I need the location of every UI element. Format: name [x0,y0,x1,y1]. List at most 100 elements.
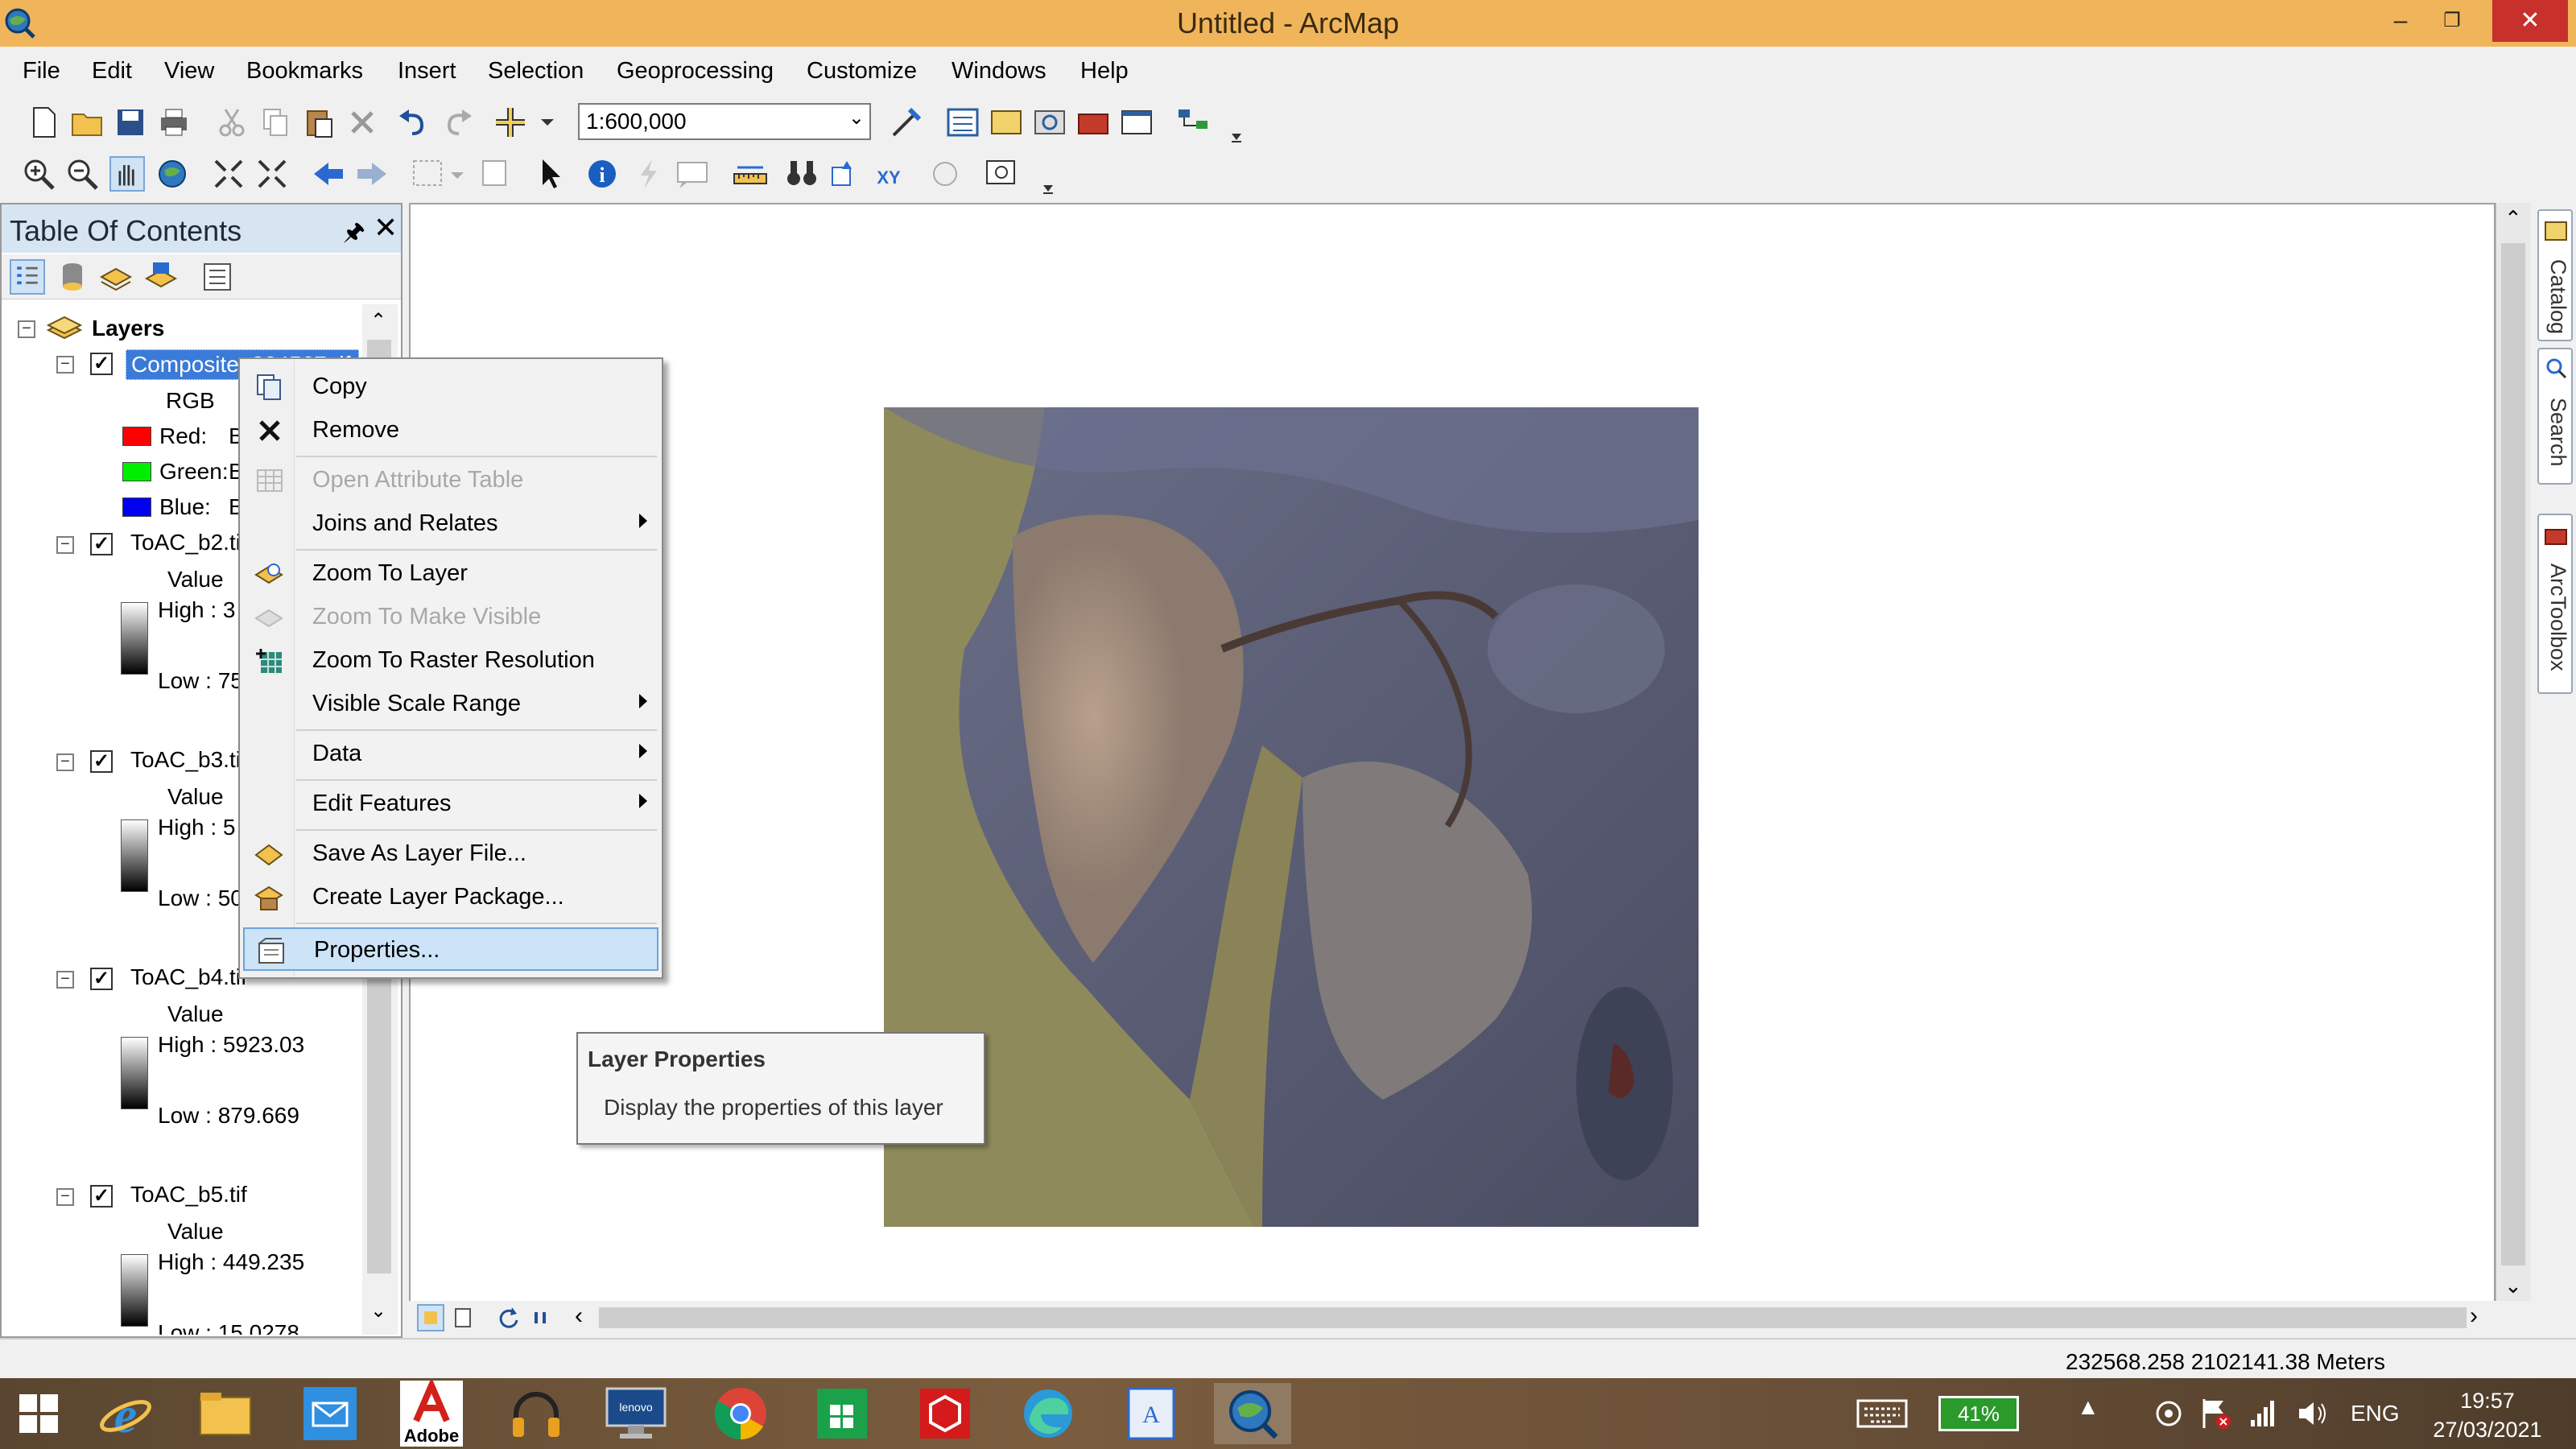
menu-item-remove[interactable]: Remove [243,409,658,452]
arctoolbox-tab[interactable]: ArcToolbox [2537,514,2573,694]
clock[interactable]: 19:57 27/03/2021 [2407,1386,2568,1444]
menu-item-joins-and-relates[interactable]: Joins and Relates [243,502,658,546]
maximize-button[interactable]: ❐ [2426,0,2478,42]
zoom-in-icon[interactable] [21,156,56,192]
toolbar-overflow-icon[interactable] [1228,116,1245,145]
menu-item-edit-features[interactable]: Edit Features [243,782,658,826]
clear-selection-icon[interactable] [477,156,512,192]
menu-item-data[interactable]: Data [243,733,658,776]
layers-root-label[interactable]: Layers [92,316,164,341]
save-icon[interactable] [113,105,148,140]
catalog-window-icon[interactable] [989,105,1024,140]
redo-icon[interactable] [440,105,475,140]
list-by-drawing-order-icon[interactable] [10,259,45,295]
file-explorer-icon[interactable] [187,1383,264,1444]
signal-strength-icon[interactable] [2248,1397,2280,1430]
layer-name-b2[interactable]: ToAC_b2.tif [130,530,247,555]
scroll-down-icon[interactable]: ⌄ [2504,1274,2522,1298]
menu-geoprocessing[interactable]: Geoprocessing [617,58,774,85]
measure-ruler-icon[interactable] [733,156,768,192]
refresh-icon[interactable] [494,1304,522,1331]
add-data-icon[interactable] [496,105,560,140]
scrollbar-thumb[interactable] [2501,243,2525,1265]
pin-icon[interactable]: 🖈 [343,214,365,255]
time-slider-icon[interactable] [927,156,963,192]
hyperlink-icon[interactable] [631,156,667,192]
list-by-selection-icon[interactable] [143,259,179,295]
collapse-layer-toggle[interactable]: − [56,971,74,989]
table-of-contents-icon[interactable] [945,105,980,140]
edge-icon[interactable] [1009,1383,1087,1444]
text-editor-app-icon[interactable]: A [1113,1383,1190,1444]
map-scale-dropdown[interactable]: 1:600,000 ⌄ [578,103,871,140]
map-display[interactable] [409,203,2496,1314]
map-vertical-scrollbar[interactable]: ⌃ ⌄ [2496,203,2531,1314]
scroll-right-icon[interactable]: › [2470,1302,2478,1330]
menu-selection[interactable]: Selection [488,58,584,85]
zoom-out-icon[interactable] [64,156,100,192]
new-document-icon[interactable] [26,105,61,140]
find-route-icon[interactable] [828,156,863,192]
print-icon[interactable] [156,105,192,140]
windows-start-icon[interactable] [0,1383,77,1444]
layout-view-icon[interactable] [449,1304,477,1331]
network-shield-icon[interactable] [2153,1397,2185,1430]
data-view-icon[interactable] [417,1304,444,1331]
pan-hand-icon[interactable] [109,156,145,192]
collapse-layer-toggle[interactable]: − [56,356,74,374]
menu-insert[interactable]: Insert [398,58,456,85]
toc-options-icon[interactable] [200,259,235,295]
mail-icon[interactable] [291,1383,369,1444]
delete-icon[interactable] [345,105,380,140]
search-window-icon[interactable] [1032,105,1067,140]
layer-visibility-checkbox[interactable]: ✓ [90,1185,113,1208]
keyboard-icon[interactable] [1856,1397,1908,1430]
menu-windows[interactable]: Windows [952,58,1046,85]
menu-bookmarks[interactable]: Bookmarks [246,58,363,85]
menu-item-properties[interactable]: Properties... [243,927,658,971]
catalog-tab[interactable]: Catalog [2537,209,2573,341]
scroll-left-icon[interactable]: ‹ [575,1302,583,1330]
go-back-arrow-icon[interactable] [311,156,346,192]
menu-edit[interactable]: Edit [92,58,132,85]
menu-item-zoom-to-raster-resolution[interactable]: Zoom To Raster Resolution [243,639,658,683]
menu-item-create-layer-package[interactable]: Create Layer Package... [243,876,658,919]
scroll-up-icon[interactable]: ⌃ [370,309,386,332]
menu-help[interactable]: Help [1080,58,1129,85]
show-hidden-icons-chevron-icon[interactable]: ▲ [2077,1394,2099,1420]
create-viewer-window-icon[interactable] [984,156,1019,192]
go-to-xy-icon[interactable]: XY [871,156,906,192]
battery-indicator[interactable]: 41% [1938,1396,2019,1431]
adobe-reader-icon[interactable]: Adobe [393,1377,470,1447]
fixed-zoom-out-icon[interactable] [254,156,290,192]
full-extent-globe-icon[interactable] [155,156,190,192]
menu-item-visible-scale-range[interactable]: Visible Scale Range [243,683,658,726]
pause-drawing-icon[interactable] [526,1304,554,1331]
copy-icon[interactable] [258,105,293,140]
menu-customize[interactable]: Customize [807,58,917,85]
editor-toolbar-icon[interactable] [889,105,924,140]
internet-explorer-icon[interactable]: e [87,1383,164,1444]
select-features-icon[interactable] [411,156,467,192]
scroll-down-icon[interactable]: ⌄ [370,1299,386,1323]
menu-view[interactable]: View [164,58,214,85]
identify-info-icon[interactable]: i [584,156,620,192]
menu-item-save-as-layer-file[interactable]: Save As Layer File... [243,832,658,876]
undo-icon[interactable] [396,105,431,140]
close-icon[interactable]: ✕ [374,211,398,245]
find-binoculars-icon[interactable] [784,156,819,192]
collapse-layer-toggle[interactable]: − [56,536,74,554]
headphones-app-icon[interactable] [497,1383,575,1444]
cut-icon[interactable] [214,105,250,140]
go-forward-arrow-icon[interactable] [354,156,390,192]
collapse-layers-toggle[interactable]: − [18,320,35,338]
layer-visibility-checkbox[interactable]: ✓ [90,968,113,990]
model-builder-icon[interactable] [1175,105,1211,140]
menu-item-zoom-to-layer[interactable]: Zoom To Layer [243,552,658,596]
horizontal-scrollbar-thumb[interactable] [599,1307,2467,1328]
lenovo-app-icon[interactable]: lenovo [597,1383,675,1444]
action-center-flag-icon[interactable] [2198,1396,2233,1431]
fixed-zoom-in-icon[interactable] [211,156,246,192]
paste-icon[interactable] [301,105,336,140]
collapse-layer-toggle[interactable]: − [56,753,74,771]
